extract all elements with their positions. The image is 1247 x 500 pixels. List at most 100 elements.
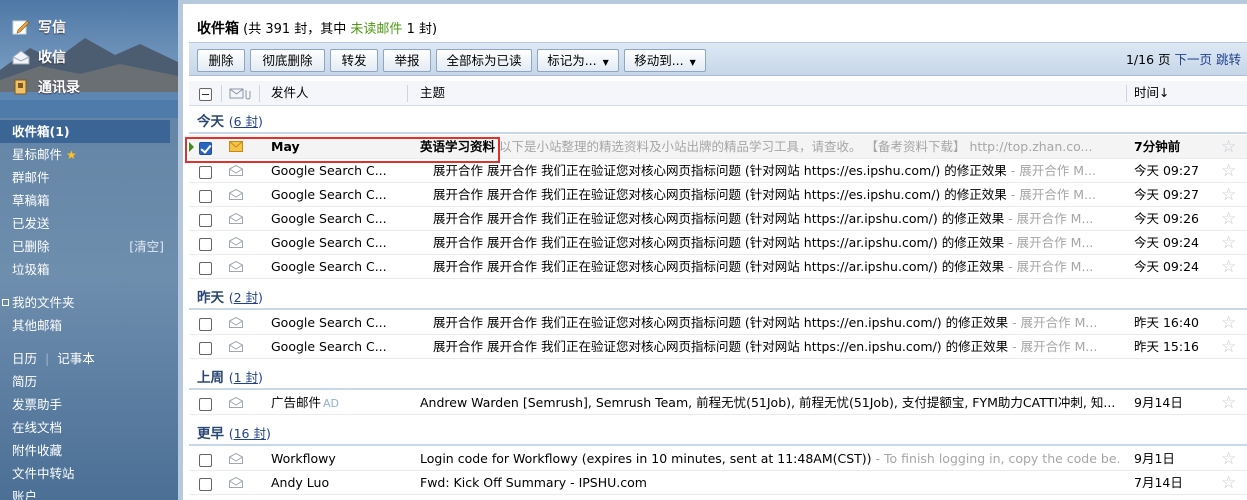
invoice-link[interactable]: 发票助手: [0, 393, 170, 416]
star-icon[interactable]: ☆: [1221, 391, 1241, 415]
jump-page-link[interactable]: 跳转: [1216, 52, 1241, 67]
group-count-link[interactable]: 1 封: [234, 370, 258, 385]
page-indicator: 1/16: [1125, 52, 1155, 67]
group-count-link[interactable]: 6 封: [234, 114, 258, 129]
calendar-link[interactable]: 日历: [12, 351, 37, 366]
email-row[interactable]: May 英语学习资料 以下是小站整理的精选资料及小站出牌的精品学习工具，请查收。…: [189, 135, 1247, 159]
email-time: 今天 09:24: [1134, 259, 1199, 274]
mark-all-read-button[interactable]: 全部标为已读: [436, 49, 532, 72]
read-envelope-icon: [229, 189, 243, 200]
folder-group-mail[interactable]: 群邮件: [0, 166, 170, 189]
delete-button[interactable]: 删除: [197, 49, 245, 72]
folder-deleted[interactable]: 已删除 [清空]: [0, 235, 170, 258]
preview-text: - 展开合作 M...: [1004, 235, 1094, 250]
email-row[interactable]: Google Search C... 展开合作 展开合作 我们正在验证您对核心网…: [189, 159, 1247, 183]
email-row[interactable]: Google Search C... 展开合作 展开合作 我们正在验证您对核心网…: [189, 183, 1247, 207]
group-count-link[interactable]: 16 封: [234, 426, 266, 441]
email-checkbox[interactable]: [199, 452, 212, 467]
subject-column-header[interactable]: 主题: [420, 81, 445, 105]
move-to-dropdown[interactable]: 移动到... ▼: [624, 49, 706, 72]
email-row[interactable]: Google Search C... 展开合作 展开合作 我们正在验证您对核心网…: [189, 231, 1247, 255]
email-checkbox[interactable]: [199, 140, 212, 155]
clear-trash-link[interactable]: [清空]: [129, 235, 164, 258]
compose-label: 写信: [38, 20, 66, 36]
star-icon[interactable]: ☆: [1221, 231, 1241, 255]
email-sender: Google Search C...: [271, 187, 387, 202]
email-checkbox[interactable]: [199, 236, 212, 251]
email-checkbox[interactable]: [199, 316, 212, 331]
checkbox-box: [199, 398, 212, 411]
group-header-last-week: 上周 (1 封): [189, 366, 1247, 390]
folder-starred[interactable]: 星标邮件 ★: [0, 143, 170, 166]
star-icon[interactable]: ☆: [1221, 159, 1241, 183]
email-row[interactable]: Google Search C... 展开合作 展开合作 我们正在验证您对核心网…: [189, 207, 1247, 231]
folder-spam[interactable]: 垃圾箱: [0, 258, 170, 281]
account-link[interactable]: 账户: [0, 485, 170, 500]
other-mailbox-link[interactable]: 其他邮箱: [0, 314, 170, 337]
time-column-header[interactable]: 时间↓: [1134, 81, 1169, 105]
group-count-link[interactable]: 2 封: [234, 290, 258, 305]
star-icon[interactable]: ☆: [1221, 311, 1241, 335]
group-header-yesterday: 昨天 (2 封): [189, 286, 1247, 310]
file-transfer-link[interactable]: 文件中转站: [0, 462, 170, 485]
sender-column-header[interactable]: 发件人: [271, 81, 309, 105]
folder-drafts[interactable]: 草稿箱: [0, 189, 170, 212]
folder-inbox[interactable]: 收件箱(1): [0, 120, 170, 143]
star-icon[interactable]: ☆: [1221, 447, 1241, 471]
email-checkbox[interactable]: [199, 260, 212, 275]
star-icon[interactable]: ☆: [1221, 183, 1241, 207]
email-checkbox[interactable]: [199, 188, 212, 203]
report-button[interactable]: 举报: [383, 49, 431, 72]
email-checkbox[interactable]: [199, 476, 212, 491]
email-checkbox[interactable]: [199, 340, 212, 355]
docs-label: 在线文档: [12, 420, 63, 435]
email-row[interactable]: Google Search C... 展开合作 展开合作 我们正在验证您对核心网…: [189, 255, 1247, 279]
forward-button[interactable]: 转发: [330, 49, 378, 72]
email-checkbox[interactable]: [199, 396, 212, 411]
checkbox-box: [199, 342, 212, 355]
email-row[interactable]: Workflowy Login code for Workflowy (expi…: [189, 447, 1247, 471]
star-icon[interactable]: ☆: [1221, 135, 1241, 159]
star-icon[interactable]: ☆: [1221, 207, 1241, 231]
resume-link[interactable]: 简历: [0, 370, 170, 393]
group-label: 今天: [197, 114, 224, 130]
next-page-link[interactable]: 下一页: [1174, 52, 1212, 67]
notes-link[interactable]: 记事本: [57, 351, 95, 366]
unread-mail-link[interactable]: 未读邮件: [350, 22, 402, 37]
email-subject: 展开合作 展开合作 我们正在验证您对核心网页指标问题 (针对网站 https:/…: [433, 183, 1133, 207]
email-row[interactable]: Google Search C... 展开合作 展开合作 我们正在验证您对核心网…: [189, 311, 1247, 335]
email-sender: May: [271, 139, 300, 154]
attachments-label: 附件收藏: [12, 443, 63, 458]
mark-as-dropdown[interactable]: 标记为... ▼: [537, 49, 619, 72]
chevron-down-icon: ▼: [689, 58, 696, 67]
move-to-label: 移动到...: [634, 53, 684, 68]
star-icon[interactable]: ☆: [1221, 335, 1241, 359]
docs-link[interactable]: 在线文档: [0, 416, 170, 439]
sender-text: 广告邮件: [271, 395, 322, 410]
select-all-checkbox[interactable]: [199, 86, 212, 101]
email-row[interactable]: Andy Luo Fwd: Kick Off Summary - IPSHU.c…: [189, 471, 1247, 495]
divider: [1126, 85, 1127, 102]
checkbox-box: [199, 190, 212, 203]
compose-button[interactable]: 写信: [12, 16, 66, 38]
checkbox-box: [199, 166, 212, 179]
my-folders-toggle[interactable]: 我的文件夹: [0, 291, 170, 314]
contacts-button[interactable]: 通讯录: [12, 76, 80, 98]
email-row[interactable]: 广告邮件 AD Andrew Warden [Semrush], Semrush …: [189, 391, 1247, 415]
email-checkbox[interactable]: [199, 164, 212, 179]
folder-sent[interactable]: 已发送: [0, 212, 170, 235]
receive-button[interactable]: 收信: [12, 46, 66, 68]
email-time: 9月1日: [1134, 451, 1175, 466]
star-icon[interactable]: ☆: [1221, 255, 1241, 279]
email-time: 今天 09:27: [1134, 163, 1199, 178]
email-row[interactable]: Google Search C... 展开合作 展开合作 我们正在验证您对核心网…: [189, 335, 1247, 359]
attachments-link[interactable]: 附件收藏: [0, 439, 170, 462]
star-icon[interactable]: ☆: [1221, 471, 1241, 495]
folder-label: 群邮件: [12, 170, 50, 185]
email-checkbox[interactable]: [199, 212, 212, 227]
subject-text: Fwd: Kick Off Summary - IPSHU.com: [420, 475, 647, 490]
subject-text: 展开合作 展开合作 我们正在验证您对核心网页指标问题 (针对网站 https:/…: [433, 163, 1007, 178]
mark-as-label: 标记为...: [547, 53, 597, 68]
sidebar: 写信 收信 通讯录 收件箱(1) 星标邮件 ★ 群邮件 草稿箱 已发送 已删除 [清…: [0, 0, 178, 500]
permanent-delete-button[interactable]: 彻底删除: [250, 49, 325, 72]
